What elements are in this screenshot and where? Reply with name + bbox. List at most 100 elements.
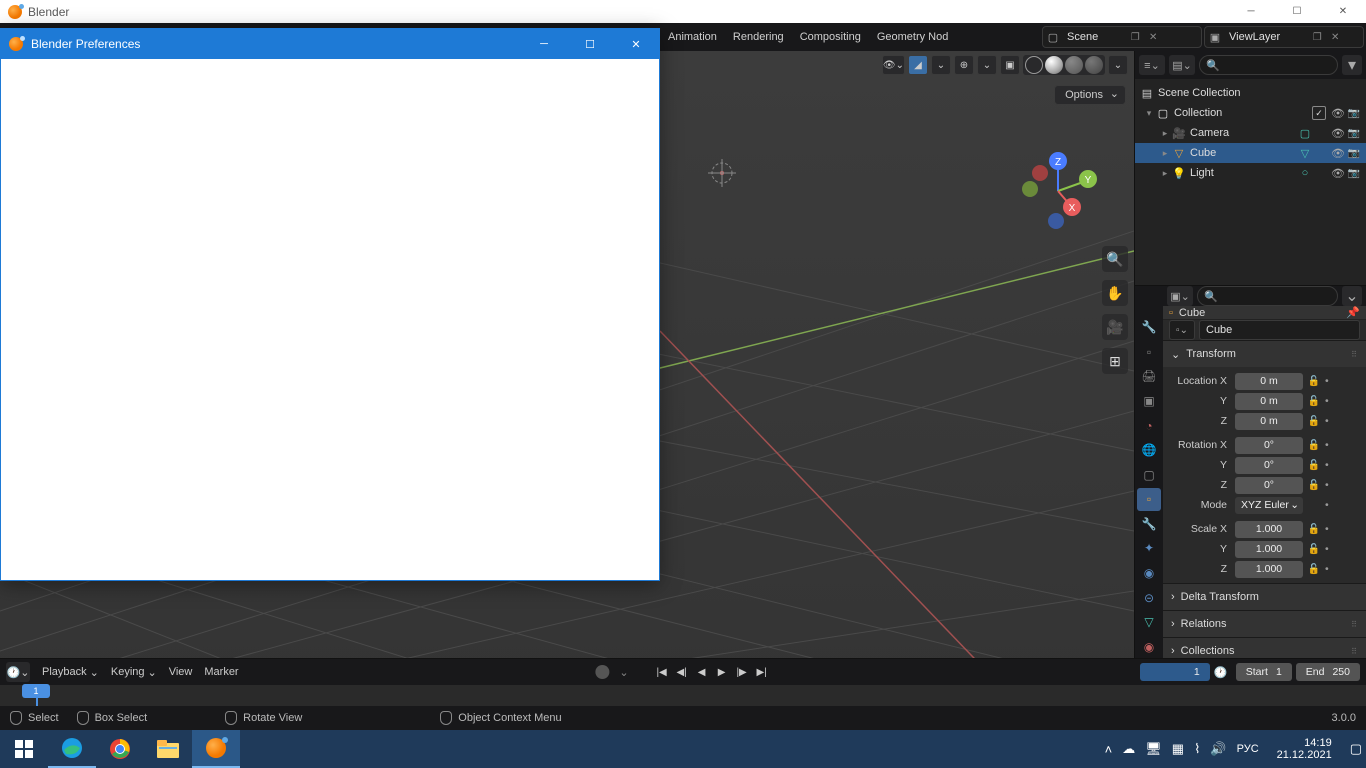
outliner-search[interactable]: 🔍 <box>1199 55 1338 75</box>
lock-icon[interactable]: 🔓 <box>1307 524 1321 535</box>
props-search[interactable]: 🔍 <box>1197 286 1338 306</box>
shading-dropdown[interactable]: ⌄ <box>1108 55 1128 75</box>
prefs-close-button[interactable]: ✕ <box>613 29 659 59</box>
ortho-toggle-icon[interactable]: ⊞ <box>1102 348 1128 374</box>
prev-key-button[interactable]: ◀| <box>673 663 691 681</box>
tray-notifications-icon[interactable]: ▢ <box>1350 741 1362 757</box>
lock-icon[interactable]: 🔓 <box>1307 544 1321 555</box>
object-name-field[interactable]: Cube <box>1199 320 1360 340</box>
ptab-material[interactable]: ◉ <box>1137 636 1161 659</box>
panel-transform-header[interactable]: ⌄Transform⠿ <box>1163 341 1366 367</box>
ptab-particles[interactable]: ✦ <box>1137 537 1161 560</box>
shading-rendered[interactable] <box>1085 56 1103 74</box>
menu-marker[interactable]: Marker <box>204 666 238 678</box>
tree-collection[interactable]: ▾ ▢ Collection ✓ 👁 📷 <box>1135 103 1366 123</box>
scene-delete-icon[interactable]: ✕ <box>1144 27 1162 47</box>
end-frame-field[interactable]: End250 <box>1296 663 1360 681</box>
rot-y-field[interactable]: 0° <box>1235 457 1303 474</box>
preferences-titlebar[interactable]: Blender Preferences ─ ☐ ✕ <box>1 29 659 59</box>
xray-toggle[interactable]: ▣ <box>1000 55 1020 75</box>
taskbar-explorer[interactable] <box>144 730 192 768</box>
eye-icon[interactable]: 👁 <box>1330 107 1346 120</box>
tab-compositing[interactable]: Compositing <box>792 23 869 51</box>
lock-icon[interactable]: 🔓 <box>1307 396 1321 407</box>
ptab-constraints[interactable]: ⊝ <box>1137 586 1161 609</box>
play-button[interactable]: ▶ <box>713 663 731 681</box>
render-icon[interactable]: 📷 <box>1346 108 1362 119</box>
jump-end-button[interactable]: ▶| <box>753 663 771 681</box>
collection-checkbox[interactable]: ✓ <box>1312 106 1326 120</box>
shading-wireframe[interactable] <box>1025 56 1043 74</box>
loc-x-field[interactable]: 0 m <box>1235 373 1303 390</box>
timeline-mode-dropdown[interactable]: 🕐⌄ <box>6 662 30 682</box>
tray-clock[interactable]: 14:1921.12.2021 <box>1269 737 1340 761</box>
timeline-ruler[interactable]: 1 <box>0 685 1366 706</box>
outliner-filter-button[interactable]: ▾ <box>1342 55 1362 75</box>
ptab-object[interactable]: ▫ <box>1137 488 1161 511</box>
rot-z-field[interactable]: 0° <box>1235 477 1303 494</box>
tray-wifi-icon[interactable]: ⌇ <box>1194 741 1200 757</box>
os-maximize-button[interactable]: ☐ <box>1274 0 1320 23</box>
outliner-display-dropdown[interactable]: ▤⌄ <box>1169 55 1195 75</box>
ptab-collection[interactable]: ▢ <box>1137 463 1161 486</box>
lock-icon[interactable]: 🔓 <box>1307 416 1321 427</box>
rotation-mode-dropdown[interactable]: XYZ Euler <box>1235 497 1303 514</box>
ptab-physics[interactable]: ◉ <box>1137 562 1161 585</box>
nav-gizmo[interactable]: Z Y X <box>1018 151 1098 231</box>
start-button[interactable] <box>0 730 48 768</box>
menu-keying[interactable]: Keying⌄ <box>111 666 157 679</box>
scene-selector[interactable]: ▢ Scene ❐✕ <box>1042 26 1202 48</box>
lock-icon[interactable]: 🔓 <box>1307 460 1321 471</box>
lock-icon[interactable]: 🔓 <box>1307 376 1321 387</box>
tray-chevron-icon[interactable]: ˄ <box>1105 742 1113 757</box>
tab-rendering[interactable]: Rendering <box>725 23 792 51</box>
ptab-data[interactable]: ▽ <box>1137 611 1161 634</box>
datablock-dropdown[interactable]: ▫⌄ <box>1169 320 1195 340</box>
shading-material[interactable] <box>1065 56 1083 74</box>
gizmo-dropdown[interactable]: ⌄ <box>931 55 951 75</box>
props-mode-dropdown[interactable]: ▣⌄ <box>1167 286 1193 306</box>
tab-animation[interactable]: Animation <box>660 23 725 51</box>
next-key-button[interactable]: |▶ <box>733 663 751 681</box>
tree-camera[interactable]: ▸ 🎥 Camera ▢ 👁 📷 <box>1135 123 1366 143</box>
os-close-button[interactable]: ✕ <box>1320 0 1366 23</box>
shading-solid[interactable] <box>1045 56 1063 74</box>
autokey-dropdown[interactable]: ⌄ <box>619 666 628 679</box>
lock-icon[interactable]: 🔓 <box>1307 480 1321 491</box>
lock-icon[interactable]: 🔓 <box>1307 564 1321 575</box>
ptab-scene[interactable]: ◔ <box>1137 414 1161 437</box>
ptab-viewlayer[interactable]: ▣ <box>1137 390 1161 413</box>
scene-browse-icon[interactable]: ❐ <box>1126 27 1144 47</box>
taskbar-edge[interactable] <box>48 730 96 768</box>
jump-start-button[interactable]: |◀ <box>653 663 671 681</box>
tray-volume-icon[interactable]: 🔊 <box>1210 741 1226 757</box>
pan-icon[interactable]: ✋ <box>1102 280 1128 306</box>
viewlayer-selector[interactable]: ▣ ViewLayer ❐✕ <box>1204 26 1364 48</box>
outliner-mode-dropdown[interactable]: ≡⌄ <box>1139 55 1165 75</box>
ptab-tool[interactable]: 🔧 <box>1137 316 1161 339</box>
tray-display-icon[interactable]: 🖥 <box>1145 741 1162 757</box>
panel-delta-header[interactable]: ›Delta Transform <box>1163 584 1366 610</box>
camera-view-icon[interactable]: 🎥 <box>1102 314 1128 340</box>
tray-app-icon[interactable]: ▦ <box>1172 741 1184 757</box>
preview-range-icon[interactable]: 🕐 <box>1214 666 1232 679</box>
render-icon[interactable]: 📷 <box>1346 128 1362 139</box>
tray-onedrive-icon[interactable]: ☁ <box>1122 741 1135 757</box>
eye-icon[interactable]: 👁 <box>1330 167 1346 180</box>
tree-scene-collection[interactable]: ▤ Scene Collection <box>1135 83 1366 103</box>
overlay-dropdown[interactable]: ⌄ <box>977 55 997 75</box>
taskbar-chrome[interactable] <box>96 730 144 768</box>
autokey-toggle[interactable] <box>595 665 609 679</box>
layer-delete-icon[interactable]: ✕ <box>1326 27 1344 47</box>
pin-icon[interactable]: 📌 <box>1346 306 1360 319</box>
lock-icon[interactable]: 🔓 <box>1307 440 1321 451</box>
play-reverse-button[interactable]: ◀ <box>693 663 711 681</box>
scl-z-field[interactable]: 1.000 <box>1235 561 1303 578</box>
tree-cube[interactable]: ▸ ▽ Cube ▽ 👁 📷 <box>1135 143 1366 163</box>
eye-icon[interactable]: 👁 <box>1330 127 1346 140</box>
loc-z-field[interactable]: 0 m <box>1235 413 1303 430</box>
eye-icon[interactable]: 👁 <box>1330 147 1346 160</box>
os-minimize-button[interactable]: ─ <box>1228 0 1274 23</box>
panel-relations-header[interactable]: ›Relations⠿ <box>1163 611 1366 637</box>
scl-y-field[interactable]: 1.000 <box>1235 541 1303 558</box>
